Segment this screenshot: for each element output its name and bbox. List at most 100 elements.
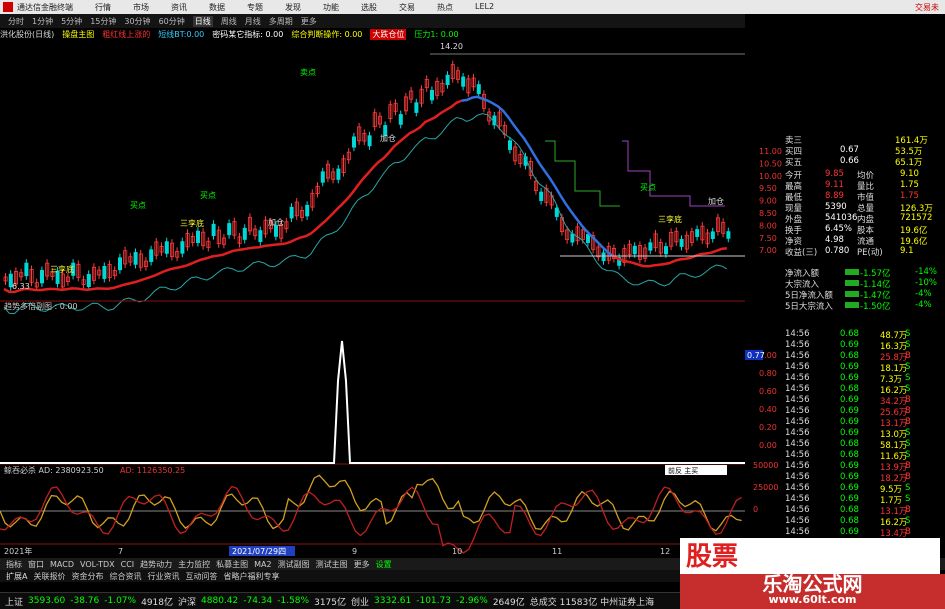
tick-price: 0.69: [840, 373, 859, 383]
menu-item-5[interactable]: 发现: [285, 2, 301, 13]
tick-time: 14:56: [785, 384, 810, 394]
flow-pct: -4%: [915, 289, 932, 299]
indicator-tab-9[interactable]: 测试副图: [278, 559, 310, 570]
tick-row: 14:56 0.69 34.2万 B: [745, 395, 945, 407]
period-tab-4[interactable]: 30分钟: [124, 16, 150, 27]
stat-value-1: 8.89: [825, 191, 844, 201]
indicator-tab-11[interactable]: 更多: [354, 559, 370, 570]
menu-item-2[interactable]: 资讯: [171, 2, 187, 13]
menu-item-10[interactable]: LEL2: [475, 2, 494, 13]
period-tab-3[interactable]: 15分钟: [90, 16, 116, 27]
candle-body: [86, 273, 91, 287]
period-tab-1[interactable]: 1分钟: [32, 16, 53, 27]
period-tab-6[interactable]: 日线: [192, 15, 213, 27]
tick-price: 0.68: [840, 351, 859, 361]
sub2-box-label: 前反 主买: [668, 466, 698, 475]
candle-body: [648, 242, 653, 251]
indicator-item-2: 短线BT:0.00: [158, 30, 205, 39]
date-label-6: 12: [660, 547, 670, 556]
flow-row: 净流入额 -1.57亿 -14%: [745, 267, 945, 279]
stat-row: 现量 5390 总量 126.3万: [745, 202, 945, 214]
indicator-tab-7[interactable]: 私募主图: [216, 559, 248, 570]
tick-time: 14:56: [785, 428, 810, 438]
index-name-1[interactable]: 沪深: [178, 595, 196, 608]
index-name-0[interactable]: 上证: [5, 595, 23, 608]
watermark-big: 股票: [686, 542, 739, 572]
stat-row: 换手 6.45% 股本 19.6亿: [745, 224, 945, 236]
trade-button[interactable]: 交易未: [915, 2, 939, 13]
index-name-2[interactable]: 创业: [351, 595, 369, 608]
period-tab-7[interactable]: 周线: [221, 16, 237, 27]
tick-side: S: [905, 439, 911, 449]
candle-body: [242, 227, 247, 240]
candle-body: [118, 257, 123, 271]
date-label-3: 9: [352, 547, 357, 556]
main-indicator-name[interactable]: 操盘主图: [62, 29, 94, 40]
tick-side: S: [905, 450, 911, 460]
chart-area[interactable]: 14.206.33三孪底三孪底三孪底加仓加仓加仓买点买点买点卖点卖点 趋势多倍副…: [0, 41, 745, 558]
menu-item-7[interactable]: 选股: [361, 2, 377, 13]
indicator-tab-8[interactable]: MA2: [254, 560, 271, 569]
flow-pct: -10%: [915, 278, 937, 288]
menu-item-4[interactable]: 专题: [247, 2, 263, 13]
tick-price: 0.69: [840, 527, 859, 537]
tick-price: 0.69: [840, 461, 859, 471]
tick-side: S: [905, 428, 911, 438]
window-title: 通达信金融终端: [17, 2, 73, 12]
chart-annotation: 买点: [130, 201, 146, 210]
indicator-tab-2[interactable]: MACD: [50, 560, 74, 569]
tick-row: 14:56 0.69 16.3万 S: [745, 340, 945, 352]
app-logo-icon: [3, 2, 13, 12]
flow-pct: -4%: [915, 300, 932, 310]
indicator-item-4: 综合判断操作: 0.00: [291, 30, 363, 39]
step-green-line: [545, 140, 620, 207]
tick-time: 14:56: [785, 340, 810, 350]
indicator-tab-12[interactable]: 设置: [376, 559, 392, 570]
tick-row: 14:56 0.68 25.8万 B: [745, 351, 945, 363]
info-tab-6[interactable]: 省略户福利专享: [223, 571, 279, 582]
info-tab-5[interactable]: 互动问答: [185, 571, 217, 582]
indicator-tab-5[interactable]: 趋势动力: [140, 559, 172, 570]
menu-item-3[interactable]: 数据: [209, 2, 225, 13]
menu-item-1[interactable]: 市场: [133, 2, 149, 13]
info-tab-4[interactable]: 行业资讯: [147, 571, 179, 582]
menu-item-9[interactable]: 热点: [437, 2, 453, 13]
stat-value-2: 1.75: [900, 180, 919, 190]
period-tab-0[interactable]: 分时: [8, 16, 24, 27]
stat-value-2: 9.10: [900, 169, 919, 179]
info-tab-1[interactable]: 关联报价: [33, 571, 65, 582]
stat-value-2: 721572: [900, 213, 933, 223]
indicator-tab-4[interactable]: CCI: [121, 560, 135, 569]
info-tab-0[interactable]: 扩展A: [6, 571, 27, 582]
candle-body: [133, 252, 138, 265]
period-tab-5[interactable]: 60分钟: [159, 16, 185, 27]
tick-row: 14:56 0.68 11.6万 S: [745, 450, 945, 462]
indicator-tab-10[interactable]: 测试主图: [316, 559, 348, 570]
index-value-2: 3332.61: [374, 596, 412, 606]
candle-body: [258, 230, 263, 242]
chart-annotation: 三孪底: [50, 264, 74, 274]
tick-time: 14:56: [785, 527, 810, 537]
tick-side: S: [905, 494, 911, 504]
info-tab-2[interactable]: 资金分布: [71, 571, 103, 582]
period-tab-10[interactable]: 更多: [301, 16, 317, 27]
flow-bar: [845, 302, 859, 308]
tick-time: 14:56: [785, 362, 810, 372]
chart-annotation: 加仓: [708, 196, 724, 206]
indicator-tab-6[interactable]: 主力监控: [178, 559, 210, 570]
tick-time: 14:56: [785, 461, 810, 471]
tick-row: 14:56 0.69 18.2万 B: [745, 472, 945, 484]
info-tab-3[interactable]: 综合资讯: [109, 571, 141, 582]
period-tab-8[interactable]: 月线: [245, 16, 261, 27]
indicator-tab-3[interactable]: VOL-TDX: [80, 560, 115, 569]
period-tab-2[interactable]: 5分钟: [61, 16, 82, 27]
menu-item-0[interactable]: 行情: [95, 2, 111, 13]
tick-row: 14:56 0.69 13.4万 B: [745, 527, 945, 539]
chart-annotation: 三孪底: [180, 218, 204, 228]
tick-row: 14:56 0.68 48.7万 S: [745, 329, 945, 341]
indicator-tab-1[interactable]: 窗口: [28, 559, 44, 570]
menu-item-6[interactable]: 功能: [323, 2, 339, 13]
period-tab-9[interactable]: 多周期: [269, 16, 293, 27]
indicator-tab-0[interactable]: 指标: [6, 559, 22, 570]
menu-item-8[interactable]: 交易: [399, 2, 415, 13]
